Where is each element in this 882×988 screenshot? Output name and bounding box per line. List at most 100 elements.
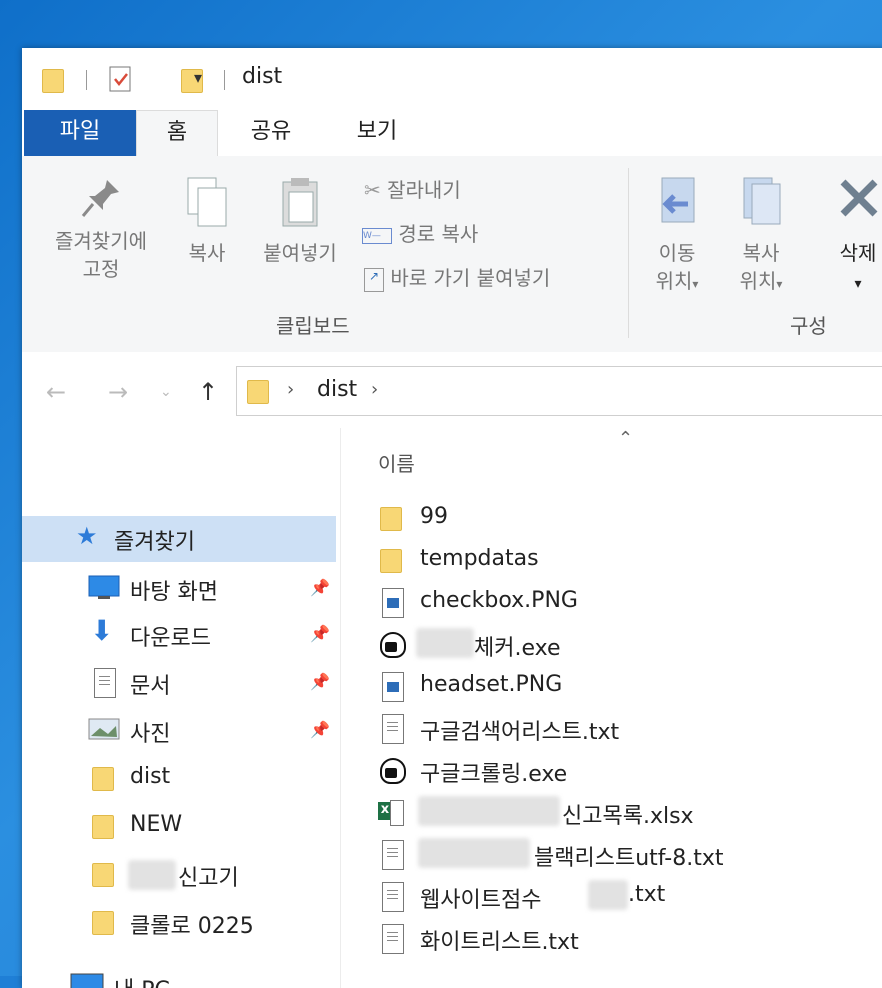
sidebar-item-label: 다운로드 [130,626,211,651]
move-to-icon [661,177,695,223]
breadcrumb-dist[interactable]: dist [317,377,357,402]
tab-home[interactable]: 홈 [136,110,218,158]
navigation-row: ← → ⌄ ↑ › dist › [22,352,882,428]
sidebar-item-crawl-folder[interactable]: 클롤로 0225 [22,900,336,946]
address-bar[interactable]: › dist › [236,366,882,416]
folder-icon [42,66,64,93]
file-explorer-window: ▾ dist 파일 홈 공유 보기 즐겨찾기에 고정 복사 붙여넣기 ✂ 잘라내… [22,48,882,988]
file-name: 체커.exe [474,636,561,661]
tab-share[interactable]: 공유 [236,110,306,156]
pin-label-line1: 즐겨찾기에 [55,229,147,253]
pictures-icon [88,716,120,746]
file-row[interactable]: 99 [362,498,882,540]
file-name: checkbox.PNG [420,588,578,613]
tab-file[interactable]: 파일 [24,110,136,156]
quick-access-dropdown-icon[interactable]: ▾ [194,68,202,87]
sidebar-item-quick-access[interactable]: ★ 즐겨찾기 [22,516,336,562]
column-header-name[interactable]: 이름 [378,448,415,477]
copy-path-button[interactable]: W— 경로 복사 [362,218,478,247]
pin-icon[interactable]: 📌 [310,672,330,691]
divider [224,70,225,90]
pin-icon[interactable]: 📌 [310,578,330,597]
file-row[interactable]: headset.PNG [362,666,882,708]
back-arrow-icon[interactable]: ← [46,378,66,406]
text-file-icon [382,882,404,912]
forward-arrow-icon[interactable]: → [108,378,128,406]
sidebar-item-label: 신고기 [178,866,239,891]
breadcrumb-chevron-icon[interactable]: › [371,379,378,400]
folder-icon [380,504,402,531]
file-row[interactable]: 웹사이트점수 .txt [362,876,882,918]
file-row[interactable]: tempdatas [362,540,882,582]
file-name: 블랙리스트utf-8.txt [534,846,724,871]
copy-to-button[interactable]: 복사 위치▾ [726,174,796,298]
copy-to-line1: 복사 [742,241,780,265]
file-row[interactable]: 구글검색어리스트.txt [362,708,882,750]
folder-icon [92,764,114,791]
sidebar-item-dist[interactable]: dist [22,756,336,802]
file-name: tempdatas [420,546,539,571]
recent-locations-chevron-icon[interactable]: ⌄ [160,384,172,400]
copy-button[interactable]: 복사 [176,174,238,267]
file-name: 구글검색어리스트.txt [420,720,620,745]
text-file-icon [382,840,404,870]
file-list: ⌃ 이름 99 tempdatas checkbox.PNG 체커.exe he… [362,428,882,988]
sidebar-item-new[interactable]: NEW [22,804,336,850]
sidebar-item-this-pc[interactable]: 내 PC [22,964,336,988]
cut-button[interactable]: ✂ 잘라내기 [364,174,461,203]
application-icon [378,630,406,658]
breadcrumb-chevron-icon[interactable]: › [287,379,294,400]
pin-icon[interactable]: 📌 [310,720,330,739]
cut-label: 잘라내기 [387,178,461,202]
sidebar-item-label: 내 PC [114,972,170,988]
delete-button[interactable]: 삭제 ▾ [828,174,882,298]
paste-button[interactable]: 붙여넣기 [250,174,350,267]
move-to-line2: 위치 [655,269,693,293]
file-row[interactable]: checkbox.PNG [362,582,882,624]
file-row[interactable]: 체커.exe [362,624,882,666]
paste-shortcut-label: 바로 가기 붙여넣기 [390,266,551,290]
sidebar-item-report-folder[interactable]: 신고기 [22,852,336,898]
sort-ascending-icon: ⌃ [618,428,634,449]
file-row[interactable]: 블랙리스트utf-8.txt [362,834,882,876]
pin-label-line2: 고정 [82,257,120,281]
move-to-button[interactable]: 이동 위치▾ [642,174,712,298]
paste-label: 붙여넣기 [263,241,337,265]
folder-icon [92,812,114,839]
download-arrow-icon: ⬇ [90,614,114,647]
folder-icon [92,908,114,935]
group-divider [628,168,629,338]
sidebar-item-label: dist [130,764,171,789]
title-bar: ▾ dist [22,48,882,108]
properties-icon[interactable] [108,64,134,98]
pin-icon[interactable]: 📌 [310,624,330,643]
file-row[interactable]: 구글크롤링.exe [362,750,882,792]
paste-icon [282,178,318,227]
folder-icon [92,860,114,887]
move-to-line1: 이동 [658,241,696,265]
delete-icon [840,179,878,217]
star-icon: ★ [76,522,98,550]
paste-shortcut-button[interactable]: ↗ 바로 가기 붙여넣기 [364,262,550,292]
copy-path-label: 경로 복사 [398,222,479,246]
pin-to-quick-access-button[interactable]: 즐겨찾기에 고정 [36,176,166,283]
shortcut-icon: ↗ [364,267,384,292]
sidebar-item-downloads[interactable]: ⬇ 다운로드 📌 [22,612,336,658]
up-arrow-icon[interactable]: ↑ [198,378,218,406]
file-row[interactable]: 신고목록.xlsx [362,792,882,834]
file-name: headset.PNG [420,672,563,697]
redacted-text [588,880,628,910]
file-name: 화이트리스트.txt [420,930,579,955]
excel-file-icon [378,798,404,826]
file-extension: .txt [628,882,666,907]
sidebar-item-pictures[interactable]: 사진 📌 [22,708,336,754]
copy-to-icon [743,177,781,225]
file-row[interactable]: 화이트리스트.txt [362,918,882,960]
folder-icon [380,546,402,573]
sidebar-item-label: NEW [130,812,183,837]
sidebar-item-desktop[interactable]: 바탕 화면 📌 [22,566,336,612]
tab-view[interactable]: 보기 [342,110,412,156]
organize-group-label: 구성 [790,314,827,338]
sidebar-item-label: 문서 [130,674,171,699]
sidebar-item-documents[interactable]: 문서 📌 [22,660,336,706]
